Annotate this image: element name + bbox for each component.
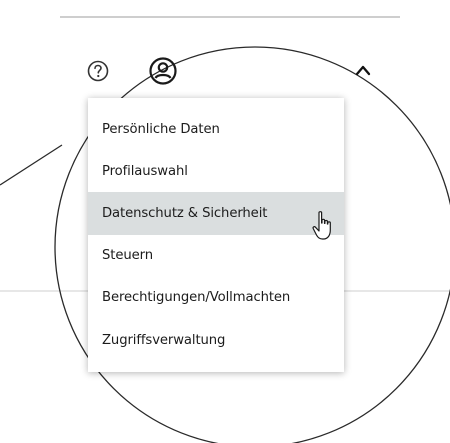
- menu-item-label: Steuern: [102, 248, 153, 264]
- menu-item-label: Berechtigungen/Vollmachten: [102, 290, 291, 306]
- chevron-up-icon[interactable]: [354, 63, 372, 77]
- menu-item-label: Datenschutz & Sicherheit: [102, 205, 268, 221]
- magnifier-handle-line: [0, 144, 63, 186]
- menu-item-label: Profilauswahl: [102, 163, 188, 179]
- menu-item-berechtigungen-vollmachten[interactable]: Berechtigungen/Vollmachten: [88, 277, 344, 319]
- menu-item-steuern[interactable]: Steuern: [88, 235, 344, 277]
- menu-item-label: Persönliche Daten: [102, 121, 220, 137]
- menu-item-profilauswahl[interactable]: Profilauswahl: [88, 150, 344, 192]
- menu-item-label: Zugriffsverwaltung: [102, 332, 226, 348]
- user-circle-icon[interactable]: [149, 57, 177, 85]
- profile-dropdown-menu: Persönliche Daten Profilauswahl Datensch…: [88, 98, 344, 372]
- help-circle-icon[interactable]: [87, 60, 109, 82]
- menu-item-datenschutz-sicherheit[interactable]: Datenschutz & Sicherheit: [88, 192, 344, 235]
- menu-item-persoenliche-daten[interactable]: Persönliche Daten: [88, 108, 344, 150]
- hand-pointer-icon: [312, 211, 331, 240]
- menu-item-zugriffsverwaltung[interactable]: Zugriffsverwaltung: [88, 319, 344, 361]
